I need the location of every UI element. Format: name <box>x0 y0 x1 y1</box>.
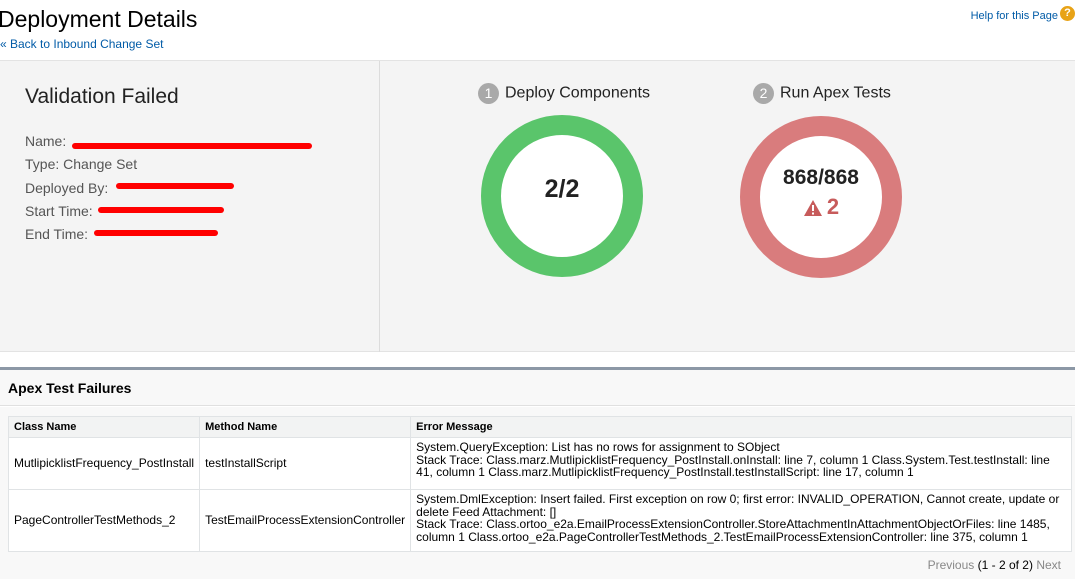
type-row: Type: Change Set <box>25 156 137 172</box>
step-number-1: 1 <box>478 83 499 104</box>
end-time-label: End Time: <box>25 226 89 242</box>
apex-test-failure-count[interactable]: 2 <box>760 194 882 220</box>
table-row: PageControllerTestMethods_2 TestEmailPro… <box>7 489 1072 552</box>
class-name-cell: MutlipicklistFrequency_PostInstall <box>7 437 201 490</box>
stack-trace-line: Stack Trace: Class.marz.MutlipicklistFre… <box>416 452 1050 480</box>
method-name-cell: testInstallScript <box>199 437 412 490</box>
apex-test-failures-title: Apex Test Failures <box>8 380 132 396</box>
start-time-row: Start Time: <box>25 203 93 219</box>
deployment-summary-panel: Validation Failed Name: Type: Change Set… <box>0 60 1075 352</box>
error-message-cell: System.QueryException: List has no rows … <box>410 437 1072 490</box>
deployed-by-row: Deployed By: <box>25 180 108 196</box>
stack-trace-line: Stack Trace: Class.ortoo_e2a.EmailProces… <box>416 517 1050 544</box>
step-label-run-apex-tests: Run Apex Tests <box>780 84 891 102</box>
page-title: Deployment Details <box>0 6 198 32</box>
previous-page-link[interactable]: Previous <box>928 558 975 572</box>
deploy-components-count: 2/2 <box>544 175 580 203</box>
back-to-inbound-change-set-link[interactable]: « Back to Inbound Change Set <box>0 37 163 51</box>
name-label: Name: <box>25 133 67 149</box>
question-icon[interactable]: ? <box>1060 6 1075 21</box>
step-number-2: 2 <box>753 83 774 104</box>
status-title: Validation Failed <box>25 85 179 108</box>
error-message-line: System.QueryException: List has no rows … <box>416 440 780 454</box>
step-deploy-components: 1 Deploy Components <box>478 83 650 104</box>
run-apex-tests-ring: 868/868 2 <box>740 116 902 278</box>
help-link[interactable]: Help for this Page <box>971 10 1058 22</box>
column-header-error-message[interactable]: Error Message <box>410 416 1072 438</box>
redacted-start-time <box>98 207 224 213</box>
start-time-label: Start Time: <box>25 203 93 219</box>
deployed-by-label: Deployed By: <box>25 180 109 196</box>
class-name-cell: PageControllerTestMethods_2 <box>7 489 201 552</box>
deploy-components-ring: 2/2 <box>481 115 643 277</box>
type-value: Change Set <box>63 156 138 172</box>
redacted-name <box>72 143 312 149</box>
page-count: (1 - 2 of 2) <box>977 558 1033 572</box>
name-row: Name: <box>25 133 66 149</box>
error-message-line: System.DmlException: Insert failed. Firs… <box>416 492 1060 519</box>
column-header-class-name[interactable]: Class Name <box>7 416 201 438</box>
end-time-row: End Time: <box>25 226 88 242</box>
step-label-deploy-components: Deploy Components <box>505 84 650 102</box>
method-name-cell: TestEmailProcessExtensionController <box>199 489 412 552</box>
step-run-apex-tests: 2 Run Apex Tests <box>753 83 891 104</box>
apex-test-failures-table: Class Name Method Name Error Message Mut… <box>7 416 1072 552</box>
table-row: MutlipicklistFrequency_PostInstall testI… <box>7 437 1072 490</box>
deployment-info: Validation Failed Name: Type: Change Set… <box>0 61 380 352</box>
apex-test-failures-header: Apex Test Failures <box>0 370 1075 406</box>
redacted-end-time <box>94 230 218 236</box>
type-label: Type: <box>25 156 60 172</box>
table-header-row: Class Name Method Name Error Message <box>7 416 1072 438</box>
error-message-cell: System.DmlException: Insert failed. Firs… <box>410 489 1072 552</box>
apex-tests-count: 868/868 <box>783 166 859 189</box>
redacted-deployed-by <box>116 183 234 189</box>
next-page-link[interactable]: Next <box>1036 558 1061 572</box>
pagination: Previous (1 - 2 of 2) Next <box>928 558 1061 572</box>
failure-count-value: 2 <box>826 194 840 219</box>
column-header-method-name[interactable]: Method Name <box>199 416 412 438</box>
warning-icon <box>803 200 822 217</box>
